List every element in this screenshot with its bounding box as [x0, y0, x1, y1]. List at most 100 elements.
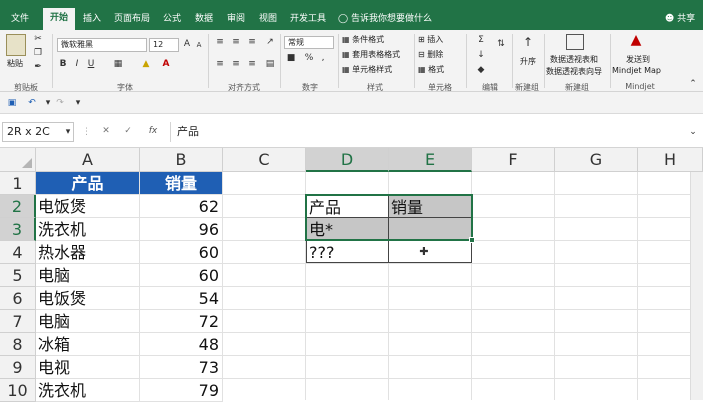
cell-d3[interactable]: 电* — [306, 217, 389, 240]
cell-a1[interactable]: 产品 — [36, 172, 140, 195]
increase-font-icon[interactable]: A — [182, 38, 192, 50]
table-row-product[interactable]: 电视 — [36, 356, 140, 379]
table-row-sales[interactable]: 73 — [140, 356, 223, 379]
top-align-icon[interactable]: ≡ — [214, 36, 226, 48]
undo-dropdown-icon[interactable]: ▾ — [44, 97, 52, 109]
column-header-g[interactable]: G — [555, 148, 638, 172]
orientation-icon[interactable]: ↗ — [264, 36, 276, 48]
border-icon[interactable]: ▦ — [112, 58, 124, 70]
font-name-select[interactable]: 微软雅黑 — [57, 38, 147, 52]
table-row-sales[interactable]: 62 — [140, 195, 223, 218]
row-header-1[interactable]: 1 — [0, 172, 36, 195]
table-row-product[interactable]: 热水器 — [36, 241, 140, 264]
table-row-sales[interactable]: 54 — [140, 287, 223, 310]
cell-e2[interactable]: 销量 — [388, 195, 472, 218]
table-row-sales[interactable]: 60 — [140, 241, 223, 264]
tab-developer[interactable]: 开发工具 — [286, 9, 330, 30]
row-header-7[interactable]: 7 — [0, 310, 36, 333]
row-header-3[interactable]: 3 — [0, 218, 36, 241]
cell-d4[interactable]: ??? — [306, 240, 389, 263]
tell-me-box[interactable]: ◯ 告诉我你想要做什么 — [338, 9, 438, 30]
mindjet-label-2[interactable]: Mindjet Map — [612, 66, 661, 75]
font-size-select[interactable]: 12 — [149, 38, 179, 52]
table-row-product[interactable]: 电脑 — [36, 264, 140, 287]
formula-input[interactable]: 产品 — [170, 122, 700, 142]
customize-qat-icon[interactable]: ▾ — [74, 97, 82, 109]
undo-icon[interactable]: ↶ — [26, 97, 38, 109]
fill-icon[interactable]: ↓ — [474, 49, 488, 61]
pivot-label-1[interactable]: 数据透视表和 — [550, 54, 598, 65]
column-header-a[interactable]: A — [36, 148, 140, 172]
collapse-ribbon-icon[interactable]: ⌃ — [688, 78, 698, 90]
font-color-icon[interactable]: A — [160, 58, 172, 70]
tab-home[interactable]: 开始 — [43, 8, 75, 30]
share-button[interactable]: ☻ 共享 — [660, 9, 700, 30]
vertical-scrollbar[interactable] — [690, 172, 703, 400]
row-header-6[interactable]: 6 — [0, 287, 36, 310]
redo-icon[interactable]: ↷ — [54, 97, 66, 109]
fill-handle[interactable] — [469, 237, 475, 243]
bold-icon[interactable]: B — [58, 58, 68, 70]
tab-review[interactable]: 审阅 — [222, 9, 250, 30]
paste-icon[interactable] — [6, 34, 26, 56]
sort-ascending-icon[interactable]: ↑ — [520, 36, 536, 48]
clear-icon[interactable]: ◆ — [474, 64, 488, 76]
sort-ascending-label[interactable]: 升序 — [520, 56, 536, 67]
sum-icon[interactable]: Σ — [474, 34, 488, 46]
insert-function-icon[interactable]: fx — [146, 125, 160, 137]
middle-align-icon[interactable]: ≡ — [230, 36, 242, 48]
cut-icon[interactable]: ✂ — [32, 33, 44, 45]
format-cells-button[interactable]: ▦ 格式 — [418, 64, 444, 75]
cell-d2[interactable]: 产品 — [306, 195, 389, 218]
table-row-product[interactable]: 洗衣机 — [36, 379, 140, 402]
row-header-4[interactable]: 4 — [0, 241, 36, 264]
enter-icon[interactable]: ✓ — [122, 125, 134, 137]
pivot-table-icon[interactable] — [566, 34, 584, 50]
delete-cells-button[interactable]: ⊟ 删除 — [418, 49, 443, 60]
percent-icon[interactable]: % — [304, 52, 314, 64]
insert-cells-button[interactable]: ⊞ 插入 — [418, 34, 443, 45]
column-header-f[interactable]: F — [472, 148, 555, 172]
table-row-sales[interactable]: 79 — [140, 379, 223, 402]
italic-icon[interactable]: I — [72, 58, 82, 70]
column-header-c[interactable]: C — [223, 148, 306, 172]
name-box-dropdown-icon[interactable]: ▾ — [64, 126, 72, 138]
table-row-product[interactable]: 电脑 — [36, 310, 140, 333]
table-row-sales[interactable]: 96 — [140, 218, 223, 241]
cancel-icon[interactable]: ✕ — [100, 125, 112, 137]
cell-e4[interactable] — [388, 240, 472, 263]
table-row-sales[interactable]: 60 — [140, 264, 223, 287]
expand-formula-icon[interactable]: ⌄ — [688, 126, 698, 138]
conditional-format-button[interactable]: ▦ 条件格式 — [342, 34, 384, 45]
currency-icon[interactable]: ■ — [286, 52, 296, 64]
sort-filter-icon[interactable]: ⇅ — [494, 38, 508, 50]
tab-formulas[interactable]: 公式 — [158, 9, 186, 30]
table-row-sales[interactable]: 48 — [140, 333, 223, 356]
number-format-select[interactable]: 常规 — [284, 36, 334, 49]
tab-data[interactable]: 数据 — [190, 9, 218, 30]
cell-styles-button[interactable]: ▦ 单元格样式 — [342, 64, 392, 75]
format-painter-icon[interactable]: ✒ — [32, 61, 44, 73]
row-header-2[interactable]: 2 — [0, 195, 36, 218]
format-as-table-button[interactable]: ▦ 套用表格格式 — [342, 49, 400, 60]
tab-insert[interactable]: 插入 — [77, 9, 107, 30]
row-header-10[interactable]: 10 — [0, 379, 36, 402]
resize-handle-icon[interactable]: ⋮ — [82, 126, 91, 138]
row-header-5[interactable]: 5 — [0, 264, 36, 287]
row-header-8[interactable]: 8 — [0, 333, 36, 356]
underline-icon[interactable]: U — [86, 58, 96, 70]
tab-file[interactable]: 文件 — [4, 9, 36, 30]
align-left-icon[interactable]: ≡ — [214, 58, 226, 70]
decrease-font-icon[interactable]: A — [194, 39, 204, 51]
cell-e3[interactable] — [388, 217, 472, 240]
fill-color-icon[interactable]: ▲ — [140, 58, 152, 70]
table-row-product[interactable]: 洗衣机 — [36, 218, 140, 241]
select-all-corner[interactable] — [0, 148, 36, 172]
column-header-h[interactable]: H — [638, 148, 703, 172]
copy-icon[interactable]: ❐ — [32, 47, 44, 59]
bottom-align-icon[interactable]: ≡ — [246, 36, 258, 48]
table-row-product[interactable]: 电饭煲 — [36, 287, 140, 310]
table-row-product[interactable]: 冰箱 — [36, 333, 140, 356]
pivot-label-2[interactable]: 数据透视表向导 — [546, 66, 602, 77]
save-icon[interactable]: ▣ — [6, 97, 18, 109]
